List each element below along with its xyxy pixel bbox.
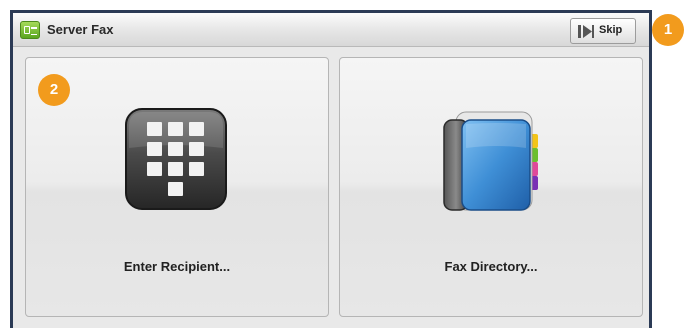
- keypad-icon: [125, 108, 227, 210]
- address-book-icon: [443, 111, 538, 211]
- callout-badge-1: 1: [652, 14, 684, 46]
- page-title: Server Fax: [47, 22, 114, 37]
- server-fax-panel: Server Fax Skip Enter Recipient... Fax D…: [13, 13, 649, 328]
- fax-directory-label: Fax Directory...: [444, 259, 538, 274]
- skip-label: Skip: [599, 24, 623, 36]
- title-bar: Server Fax Skip: [13, 13, 649, 47]
- skip-button[interactable]: Skip: [570, 18, 636, 44]
- server-fax-app-icon: [20, 21, 40, 39]
- callout-badge-2: 2: [38, 74, 70, 106]
- enter-recipient-tile[interactable]: Enter Recipient...: [25, 57, 329, 317]
- fax-directory-tile[interactable]: Fax Directory...: [339, 57, 643, 317]
- enter-recipient-label: Enter Recipient...: [123, 259, 231, 274]
- skip-forward-icon: [578, 25, 594, 38]
